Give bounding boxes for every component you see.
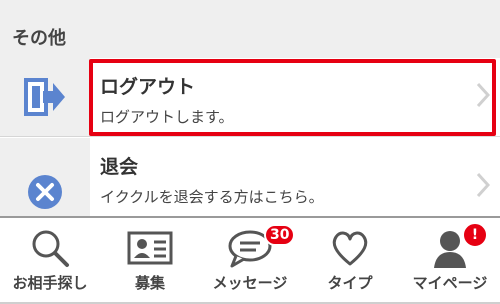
tab-label: メッセージ [212,274,288,292]
message-count-badge: 30 [264,224,296,246]
row-title: ログアウト [100,76,196,98]
row-title: 退会 [100,156,139,178]
profile-card-icon [127,231,173,265]
section-header: その他 [0,0,500,58]
row-icon-cell [0,58,90,137]
tab-mypage[interactable]: ! マイページ [400,218,500,304]
menu-row-withdraw[interactable]: 退会 イククルを退会する方はこちら。 [0,138,500,218]
chevron-right-icon [476,172,490,198]
alert-badge: ! [462,222,488,248]
tab-label: マイページ [412,274,488,292]
tab-partner-search[interactable]: お相手探し [0,218,100,304]
tab-message[interactable]: 30 メッセージ [200,218,300,304]
tab-type[interactable]: タイプ [300,218,400,304]
row-body: 退会 イククルを退会する方はこちら。 [90,138,500,218]
tab-recruit[interactable]: 募集 [100,218,200,304]
tab-label: お相手探し [12,274,88,292]
search-icon [32,230,69,267]
tab-label: タイプ [327,274,373,292]
row-subtitle: イククルを退会する方はこちら。 [100,188,324,206]
row-body: ログアウト ログアウトします。 [90,58,500,137]
menu-row-logout[interactable]: ログアウト ログアウトします。 [0,58,500,137]
chevron-right-icon [476,82,490,108]
row-icon-cell [0,138,90,218]
heart-icon [332,231,368,266]
row-subtitle: ログアウトします。 [100,108,234,126]
logout-icon [24,78,65,116]
section-title: その他 [12,28,66,49]
close-circle-icon [28,174,62,209]
tab-label: 募集 [134,274,165,292]
bottom-tab-bar: お相手探し 募集 30 メッセージ タイプ ! マイページ [0,216,500,304]
